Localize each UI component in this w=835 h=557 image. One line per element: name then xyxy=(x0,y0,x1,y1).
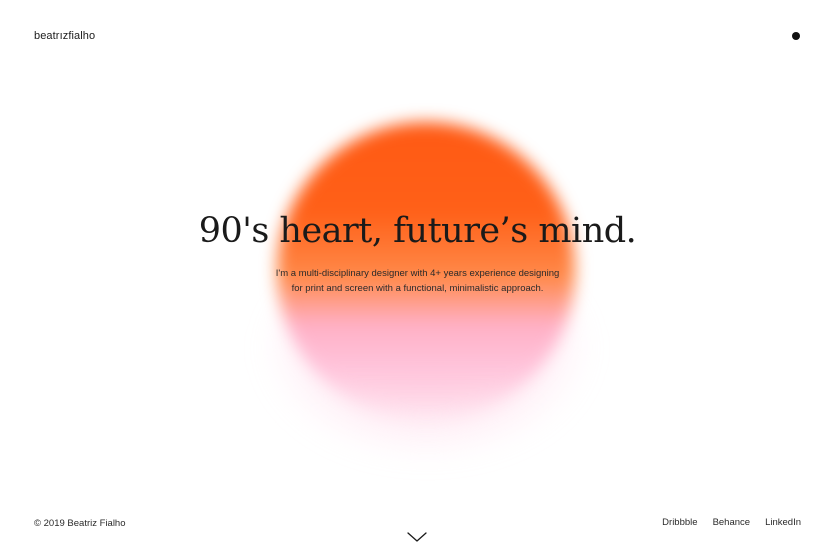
behance-link[interactable]: Behance xyxy=(713,517,751,528)
copyright-text: © 2019 Beatriz Fialho xyxy=(34,518,126,529)
hero-subtext-line-1: I'm a multi-disciplinary designer with 4… xyxy=(275,268,560,279)
page: beatrızfialho 90's heart, future’s mind.… xyxy=(0,0,835,557)
chevron-down-icon[interactable] xyxy=(406,530,428,544)
linkedin-link[interactable]: LinkedIn xyxy=(765,517,801,528)
dot-menu-icon[interactable] xyxy=(792,32,800,40)
dribbble-link[interactable]: Dribbble xyxy=(662,517,697,528)
hero-headline: 90's heart, future’s mind. xyxy=(198,211,637,251)
hero-subtext: I'm a multi-disciplinary designer with 4… xyxy=(0,266,835,296)
hero-subtext-line-2: for print and screen with a functional, … xyxy=(291,283,544,294)
site-logo[interactable]: beatrızfialho xyxy=(34,30,95,42)
social-links: Dribbble Behance LinkedIn xyxy=(662,517,801,528)
